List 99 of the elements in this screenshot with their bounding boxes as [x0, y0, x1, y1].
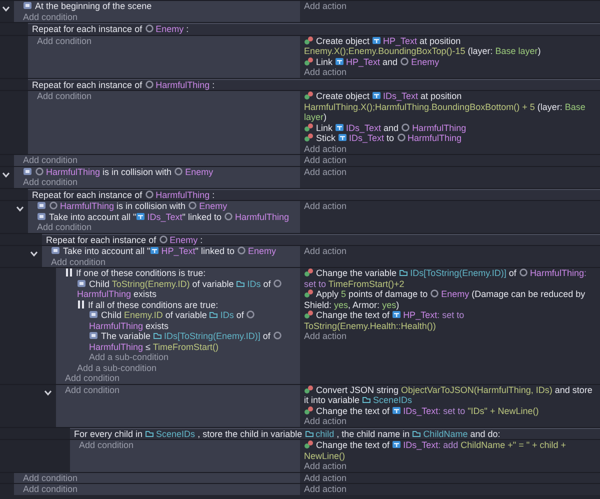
event-header[interactable]: Repeat for each instance of Enemy :: [42, 234, 600, 245]
action-icon: [304, 56, 314, 66]
action-text[interactable]: Convert JSON string ObjectVarToJSON(HarmfulThing, IDs) and store it into variable SceneIDs: [304, 384, 596, 406]
condition-icon: [77, 278, 87, 288]
add-condition-link[interactable]: Add condition: [37, 36, 92, 46]
event-header[interactable]: Repeat for each instance of Enemy :: [28, 23, 600, 34]
chevron-icon[interactable]: [2, 172, 10, 178]
add-condition-link[interactable]: Add condition: [37, 91, 92, 102]
text-object-icon: [338, 133, 348, 142]
chevron-icon[interactable]: [16, 206, 24, 212]
add-action-link[interactable]: Add action: [304, 416, 347, 426]
add-action-link[interactable]: Add action: [304, 144, 347, 154]
condition-text[interactable]: HarmfulThing is in collision with Enemy: [37, 201, 296, 212]
object-icon: [518, 268, 528, 277]
event-header[interactable]: For every child in SceneIDs , store the child in variable child , the child name in ChildName and do:: [70, 428, 600, 439]
condition-icon: [23, 166, 33, 176]
condition-group-text[interactable]: If all of these conditions are true:: [77, 300, 296, 310]
object-icon: [430, 289, 440, 298]
object-icon: [49, 201, 58, 210]
action-text[interactable]: Link IDs_Text and HarmfulThing: [304, 122, 596, 133]
action-icon: [304, 268, 314, 277]
condition-icon: [23, 1, 33, 10]
action-text[interactable]: Create object IDs_Text at position HarmfulThing.X();HarmfulThing.BoundingBoxBottom() + 5 (layer: Base layer): [304, 91, 596, 122]
add-condition-link[interactable]: Add condition: [51, 256, 106, 267]
action-text[interactable]: Link HP_Text and Enemy: [304, 56, 596, 67]
condition-text[interactable]: Take into account all " IDs_Text" linked to HarmfulThing: [37, 212, 296, 222]
object-icon: [174, 166, 184, 176]
object-icon: [188, 201, 198, 210]
text-object-icon: [392, 310, 402, 319]
add-condition-link[interactable]: Add condition: [23, 155, 78, 166]
action-icon: [304, 289, 314, 298]
object-icon: [236, 246, 246, 255]
add-condition-link[interactable]: Add condition: [23, 472, 78, 483]
action-icon: [304, 133, 314, 142]
object-icon: [158, 234, 168, 244]
add-action-link[interactable]: Add action: [304, 461, 347, 472]
add-action-link[interactable]: Add action: [304, 155, 347, 166]
text-object-icon: [150, 246, 160, 255]
action-text[interactable]: Apply 5 points of damage to Enemy (Damage can be reduced by Shield: yes, Armor: yes): [304, 289, 596, 310]
event-header[interactable]: Repeat for each instance of HarmfulThing :: [28, 78, 600, 90]
action-icon: [304, 122, 314, 132]
text-object-icon: [372, 36, 382, 44]
add-action-link[interactable]: Add action: [304, 201, 347, 212]
add-action-link[interactable]: Add action: [304, 1, 347, 12]
condition-icon: [89, 331, 99, 340]
add-condition-link[interactable]: Add condition: [65, 384, 120, 395]
condition-group-text[interactable]: If one of these conditions is true:: [65, 268, 296, 278]
add-action-link[interactable]: Add action: [304, 166, 347, 177]
object-icon: [224, 212, 233, 220]
object-icon: [246, 310, 256, 319]
action-icon: [304, 91, 314, 100]
add-sub-condition-link[interactable]: Add a sub-condition: [77, 362, 157, 373]
condition-icon: [89, 310, 99, 319]
chevron-icon[interactable]: [44, 390, 52, 396]
add-action-link[interactable]: Add action: [304, 472, 347, 483]
action-icon: [304, 440, 314, 449]
add-action-link[interactable]: Add action: [304, 484, 347, 494]
action-icon: [304, 384, 314, 394]
add-condition-link[interactable]: Add condition: [23, 484, 78, 494]
condition-text[interactable]: At the beginning of the scene: [23, 1, 296, 12]
add-condition-link[interactable]: Add condition: [37, 222, 92, 232]
action-icon: [304, 310, 314, 319]
object-icon: [272, 331, 282, 340]
action-text[interactable]: Change the variable IDs[ToString(Enemy.ID)] of HarmfulThing: set to TimeFromStart()+2: [304, 268, 596, 289]
add-condition-link[interactable]: Add condition: [23, 177, 78, 188]
object-icon: [35, 166, 44, 176]
add-action-link[interactable]: Add action: [304, 246, 347, 256]
add-condition-link[interactable]: Add condition: [65, 373, 120, 384]
text-object-icon: [392, 406, 402, 414]
add-action-link[interactable]: Add action: [304, 331, 347, 342]
object-icon: [144, 80, 154, 88]
action-icon: [304, 406, 314, 414]
object-icon: [400, 56, 410, 66]
action-text[interactable]: Change the text of HP_Text: set to ToString(Enemy.Health::Health()): [304, 310, 596, 331]
action-text[interactable]: Stick IDs_Text to HarmfulThing: [304, 133, 596, 144]
action-icon: [304, 36, 314, 44]
object-icon: [144, 190, 154, 198]
text-object-icon: [335, 56, 344, 66]
chevron-icon[interactable]: [2, 6, 10, 12]
condition-text[interactable]: HarmfulThing is in collision with Enemy: [23, 166, 296, 177]
condition-icon: [51, 246, 61, 255]
text-object-icon: [372, 91, 382, 100]
add-action-link[interactable]: Add action: [304, 67, 347, 78]
condition-text[interactable]: Take into account all " HP_Text" linked to Enemy: [51, 246, 296, 256]
text-object-icon: [136, 212, 146, 220]
add-condition-link[interactable]: Add condition: [23, 12, 78, 22]
action-text[interactable]: Create object HP_Text at position Enemy.X();Enemy.BoundingBoxTop()-15 (layer: Base layer): [304, 36, 596, 56]
chevron-icon[interactable]: [30, 251, 38, 257]
object-icon: [144, 24, 154, 33]
condition-text[interactable]: Child ToString(Enemy.ID) of variable IDs of HarmfulThing exists: [77, 278, 296, 300]
event-header[interactable]: Repeat for each instance of HarmfulThing :: [28, 188, 600, 200]
condition-text[interactable]: The variable IDs[ToString(Enemy.ID)] of HarmfulThing ≤ TimeFromStart(): [89, 331, 296, 352]
action-text[interactable]: Change the text of IDs_Text: add ChildName +" = " + child + NewLine(): [304, 440, 596, 461]
add-condition-link[interactable]: Add condition: [79, 440, 134, 450]
action-text[interactable]: Change the text of IDs_Text: set to "IDs" + NewLine(): [304, 406, 596, 416]
object-icon: [273, 278, 282, 288]
add-sub-condition-link[interactable]: Add a sub-condition: [89, 352, 169, 362]
text-object-icon: [335, 122, 344, 132]
text-object-icon: [392, 440, 402, 449]
